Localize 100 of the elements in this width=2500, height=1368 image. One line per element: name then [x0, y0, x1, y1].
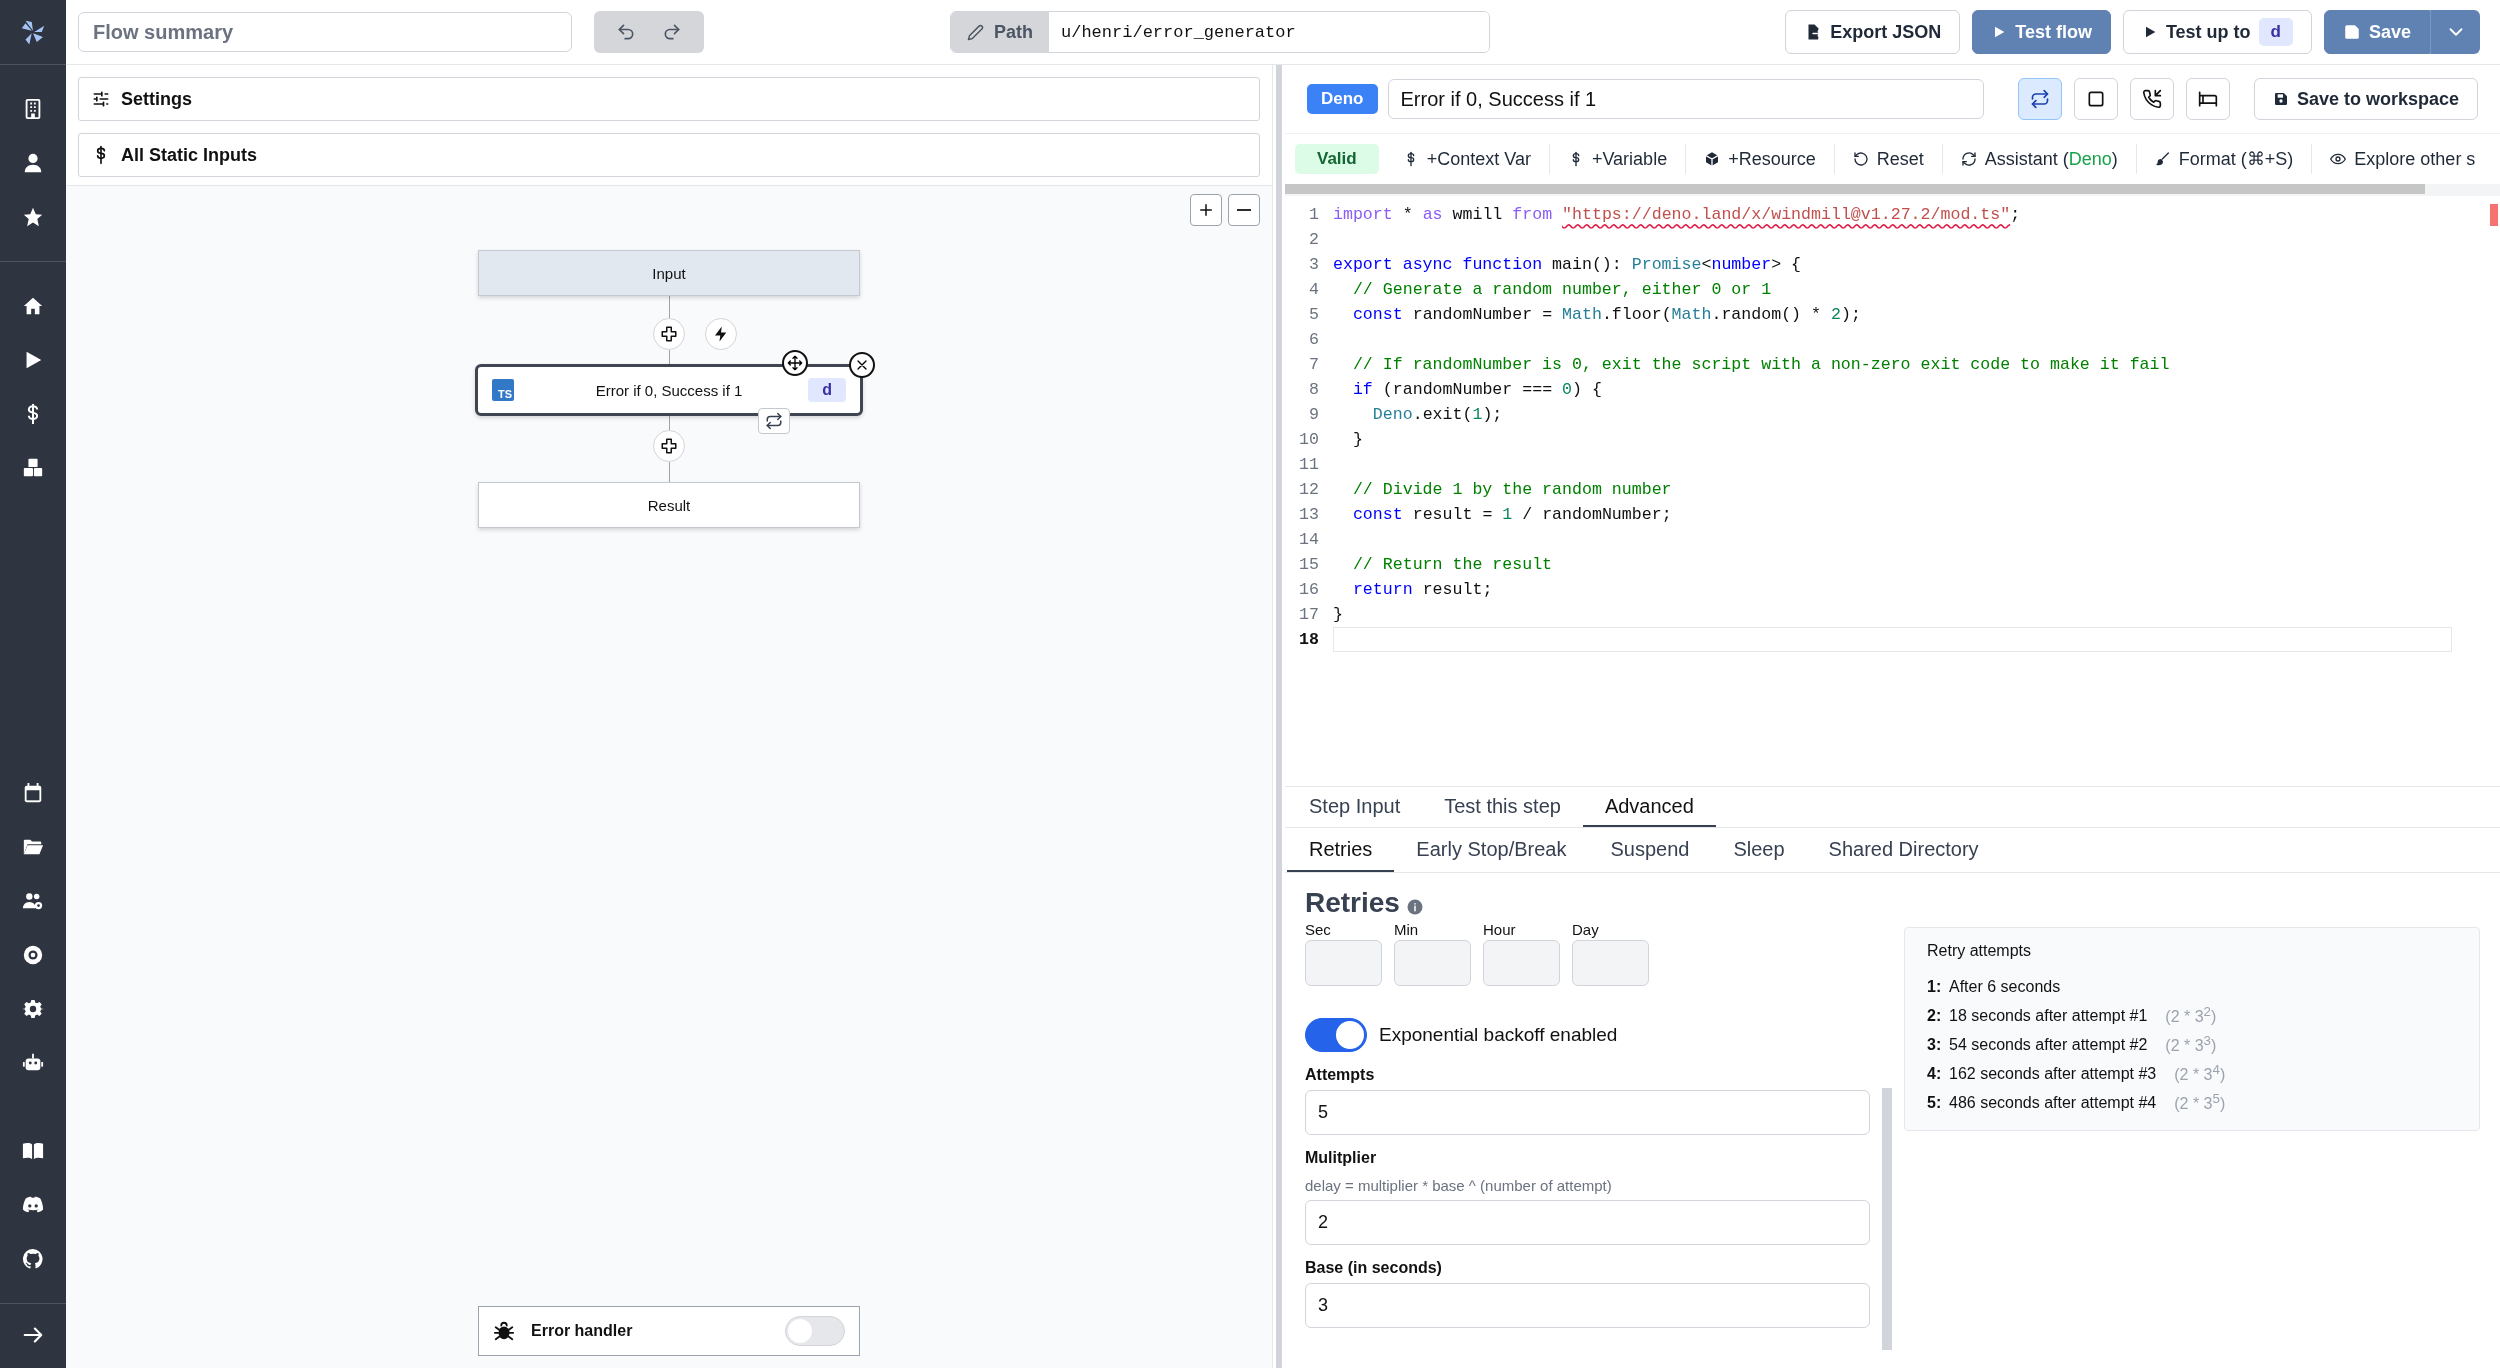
- step-title: Error if 0, Success if 1: [595, 381, 743, 399]
- delay-field[interactable]: [1305, 940, 1382, 986]
- section-title: Retries: [1305, 887, 1400, 919]
- step-option-button[interactable]: [2017, 78, 2062, 120]
- users-icon[interactable]: [22, 890, 44, 912]
- field-label: Attempts: [1305, 1066, 1376, 1084]
- panel-tab[interactable]: Test this step: [1422, 787, 1583, 827]
- star-icon[interactable]: [22, 206, 44, 228]
- code-line: const result = 1 / randomNumber;: [1351, 504, 1673, 526]
- toolbar-button[interactable]: Explore other s: [2312, 144, 2494, 174]
- number-field[interactable]: 3: [1305, 1283, 1870, 1328]
- code-line: export async function main(): Promise<number> {: [1333, 254, 1803, 276]
- add-step-button[interactable]: [653, 430, 685, 462]
- cat-logo-icon[interactable]: [22, 1248, 44, 1270]
- field-label: Day: [1572, 921, 1600, 938]
- flow-node[interactable]: Input: [478, 250, 860, 296]
- refresh-icon: [1960, 151, 1977, 167]
- assistant-button[interactable]: Assistant (Deno): [1942, 144, 2137, 174]
- save-button[interactable]: Save: [2323, 10, 2430, 54]
- code-line: // Generate a random number, either 0 or 1: [1351, 279, 1773, 301]
- scrollbar[interactable]: [1882, 1088, 1892, 1350]
- pencil-icon: [967, 23, 984, 41]
- line-number: 1: [1308, 204, 1320, 226]
- line-number: 10: [1298, 429, 1320, 451]
- path-field[interactable]: Path u/henri/error_generator: [950, 11, 1490, 53]
- save-to-workspace-button[interactable]: Save to workspace: [2253, 78, 2478, 120]
- field-label: Sec: [1305, 921, 1332, 938]
- backoff-toggle[interactable]: [1305, 1018, 1367, 1052]
- zoom-out-button[interactable]: [1228, 194, 1260, 226]
- trigger-button[interactable]: [705, 318, 737, 350]
- step-option-button[interactable]: [2129, 78, 2174, 120]
- settings-tab[interactable]: Retries: [1287, 828, 1395, 872]
- move-icon: [787, 355, 803, 371]
- zoom-in-button[interactable]: [1190, 194, 1222, 226]
- book-icon[interactable]: [22, 1140, 44, 1162]
- reset-icon: [1852, 151, 1869, 167]
- flow-node[interactable]: Result: [478, 482, 860, 528]
- toolbar-button[interactable]: Reset: [1834, 144, 1943, 174]
- settings-section[interactable]: Settings: [78, 77, 1260, 121]
- line-number: 4: [1308, 279, 1320, 301]
- toolbar-button[interactable]: Format (⌘+S): [2136, 144, 2313, 174]
- bug-icon: [493, 1320, 515, 1342]
- step-id-badge: d: [808, 378, 846, 402]
- panel-tab[interactable]: Advanced: [1582, 787, 1716, 827]
- settings-tab[interactable]: Sleep: [1711, 828, 1807, 872]
- card-title: Retry attempts: [1927, 942, 2033, 960]
- connector-line: [668, 350, 670, 364]
- static-inputs-section[interactable]: All Static Inputs: [78, 133, 1260, 177]
- move-handle[interactable]: [782, 350, 808, 376]
- scrollbar[interactable]: [1285, 184, 2425, 194]
- line-number: 5: [1308, 304, 1320, 326]
- step-badge: d: [2258, 18, 2293, 46]
- redo-icon: [662, 22, 682, 42]
- attempt-formula: (2 * 3$^{4}$): [2174, 1062, 2226, 1085]
- plus-icon: [660, 437, 678, 455]
- home-icon[interactable]: [22, 295, 44, 317]
- toolbar-button[interactable]: +Variable: [1549, 144, 1687, 174]
- code-line: // If randomNumber is 0, exit the script with a non-zero exit code to make it fail: [1351, 354, 2171, 376]
- number-field[interactable]: 5: [1305, 1090, 1870, 1135]
- settings-tab[interactable]: Suspend: [1588, 828, 1712, 872]
- delay-field[interactable]: [1394, 940, 1471, 986]
- settings-icon[interactable]: [22, 998, 44, 1020]
- save-options-button[interactable]: [2430, 10, 2480, 54]
- number-field[interactable]: 2: [1305, 1200, 1870, 1245]
- add-step-button[interactable]: [653, 318, 685, 350]
- step-option-button[interactable]: [2073, 78, 2118, 120]
- retry-indicator-button[interactable]: [758, 408, 790, 434]
- eye-icon: [2330, 151, 2347, 167]
- code-line: if (randomNumber === 0) {: [1351, 379, 1603, 401]
- flow-summary-field[interactable]: Flow summary: [78, 12, 572, 52]
- field-hint: delay = multiplier * base ^ (number of attempt): [1305, 1177, 1613, 1194]
- delete-step-button[interactable]: [849, 352, 875, 378]
- delay-field[interactable]: [1572, 940, 1649, 986]
- line-number: 7: [1308, 354, 1320, 376]
- line-number: 13: [1298, 504, 1320, 526]
- attempt-formula: (2 * 3$^{2}$): [2165, 1004, 2217, 1027]
- settings-tab[interactable]: Early Stop/Break: [1394, 828, 1589, 872]
- step-option-button[interactable]: [2185, 78, 2230, 120]
- test-flow-button[interactable]: Test flow: [1972, 10, 2111, 54]
- line-number: 3: [1308, 254, 1320, 276]
- user-icon[interactable]: [22, 152, 44, 174]
- eye-icon[interactable]: [22, 944, 44, 966]
- code-line: }: [1351, 429, 1364, 451]
- settings-tab[interactable]: Shared Directory: [1806, 828, 2001, 872]
- validity-badge: Valid: [1295, 144, 1379, 174]
- error-handler-toggle[interactable]: [785, 1316, 845, 1346]
- calendar-icon[interactable]: [22, 782, 44, 804]
- code-line: import * as wmill from "https://deno.land/x/windmill@v1.27.2/mod.ts";: [1333, 204, 2022, 226]
- minus-icon: [1237, 209, 1251, 211]
- typescript-icon: TS: [492, 379, 514, 401]
- flow-step-node[interactable]: TS Error if 0, Success if 1 d: [475, 364, 863, 416]
- field-label: Min: [1394, 921, 1420, 938]
- test-up-to-button[interactable]: Test up to d: [2122, 10, 2312, 54]
- export-json-button[interactable]: Export JSON: [1785, 10, 1961, 54]
- delay-field[interactable]: [1483, 940, 1560, 986]
- toolbar-button[interactable]: +Context Var: [1384, 144, 1550, 174]
- step-title-field[interactable]: Error if 0, Success if 1: [1387, 79, 1984, 119]
- toolbar-button[interactable]: +Resource: [1686, 144, 1835, 174]
- panel-tab[interactable]: Step Input: [1287, 787, 1423, 827]
- cubes-icon[interactable]: [22, 457, 44, 479]
